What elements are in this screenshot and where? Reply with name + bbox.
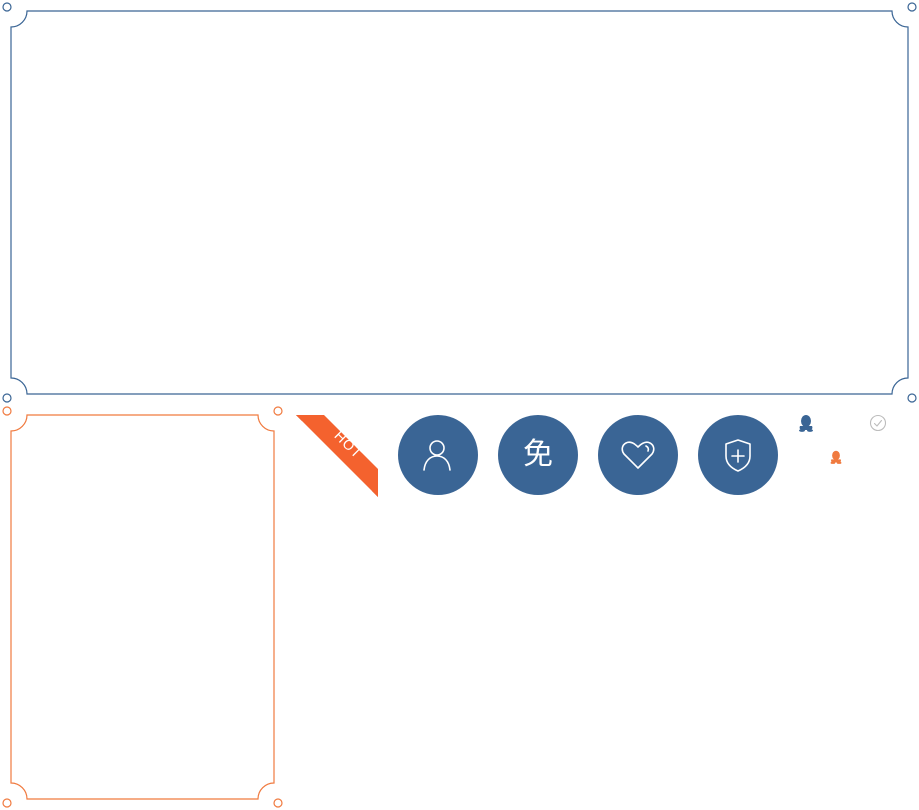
qq-penguin-icon bbox=[797, 414, 815, 432]
frame-corner-ring bbox=[273, 798, 283, 808]
frame-corner-ring bbox=[2, 798, 12, 808]
frame-corner-ring bbox=[2, 393, 12, 403]
frame-corner-ring bbox=[907, 2, 917, 12]
blue-decorative-frame bbox=[2, 2, 917, 403]
frame-border bbox=[10, 414, 275, 800]
frame-corner-ring bbox=[2, 406, 12, 416]
shield-plus-icon bbox=[720, 437, 756, 473]
check-circle-icon[interactable] bbox=[869, 414, 887, 432]
heart-tag-icon bbox=[620, 437, 656, 473]
shield-plus-button[interactable] bbox=[698, 415, 778, 495]
qq-penguin-orange-icon bbox=[829, 450, 843, 464]
user-button[interactable] bbox=[398, 415, 478, 495]
heart-tag-button[interactable] bbox=[598, 415, 678, 495]
free-icon: 免 bbox=[523, 437, 553, 472]
frame-corner-ring bbox=[273, 406, 283, 416]
hot-ribbon: HOT bbox=[296, 415, 378, 497]
free-button[interactable]: 免 bbox=[498, 415, 578, 495]
frame-corner-ring bbox=[2, 2, 12, 12]
user-icon bbox=[420, 437, 456, 473]
frame-corner-ring bbox=[907, 393, 917, 403]
orange-decorative-frame bbox=[2, 406, 283, 808]
frame-border bbox=[10, 10, 909, 395]
